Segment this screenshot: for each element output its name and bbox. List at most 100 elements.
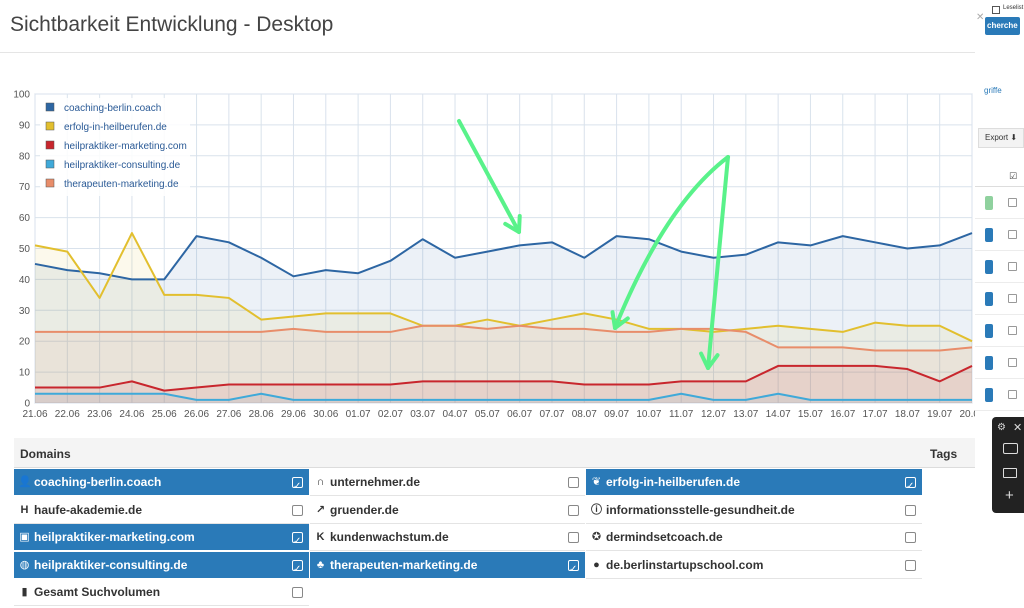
domain-item[interactable]: ♣ therapeuten-marketing.de bbox=[310, 552, 585, 579]
domain-label: informationsstelle-gesundheit.de bbox=[606, 503, 795, 517]
domain-item[interactable]: ◍ heilpraktiker-consulting.de bbox=[14, 552, 309, 579]
x-tick-label: 05.07 bbox=[475, 409, 500, 420]
row-checkbox[interactable] bbox=[1008, 358, 1017, 367]
plus-icon[interactable]: + bbox=[1005, 487, 1014, 504]
domain-item[interactable]: 👤 coaching-berlin.coach bbox=[14, 469, 309, 496]
info-circle-icon: ⓘ bbox=[591, 504, 602, 516]
close-icon[interactable]: ✕ bbox=[976, 12, 984, 23]
domain-checkbox[interactable] bbox=[292, 473, 303, 495]
reading-list-label[interactable]: Leselist bbox=[1003, 5, 1023, 11]
legend-label[interactable]: heilpraktiker-marketing.com bbox=[64, 141, 187, 152]
legend-swatch[interactable] bbox=[45, 140, 55, 150]
leaf-icon: ❦ bbox=[591, 476, 602, 488]
row-checkbox[interactable] bbox=[1008, 326, 1017, 335]
x-tick-label: 30.06 bbox=[313, 409, 338, 420]
domain-checkbox[interactable] bbox=[568, 532, 579, 543]
gear-icon[interactable]: ⚙ bbox=[997, 422, 1006, 433]
domains-title: Domains bbox=[20, 447, 71, 461]
row-marker[interactable] bbox=[985, 228, 993, 242]
legend-swatch[interactable] bbox=[45, 178, 55, 188]
x-tick-label: 20.07 bbox=[959, 409, 975, 420]
globe-icon: ◍ bbox=[19, 559, 30, 571]
x-tick-label: 28.06 bbox=[249, 409, 274, 420]
y-tick-label: 90 bbox=[19, 120, 31, 131]
x-tick-label: 12.07 bbox=[701, 409, 726, 420]
x-tick-label: 18.07 bbox=[895, 409, 920, 420]
domain-checkbox[interactable] bbox=[905, 505, 916, 516]
domain-checkbox[interactable] bbox=[292, 556, 303, 578]
x-tick-label: 14.07 bbox=[766, 409, 791, 420]
reading-list-icon[interactable] bbox=[992, 6, 1000, 14]
row-checkbox[interactable] bbox=[1008, 262, 1017, 271]
bar-chart-icon: ▮ bbox=[21, 586, 28, 598]
domain-checkbox[interactable] bbox=[568, 505, 579, 516]
x-tick-label: 06.07 bbox=[507, 409, 532, 420]
recherche-button[interactable]: cherche bbox=[985, 17, 1020, 35]
legend-swatch[interactable] bbox=[45, 102, 55, 112]
domain-item[interactable]: ↗ gruender.de bbox=[310, 497, 585, 524]
row-marker[interactable] bbox=[985, 388, 993, 402]
domain-item[interactable]: ▮ Gesamt Suchvolumen bbox=[14, 579, 309, 606]
row-marker[interactable] bbox=[985, 324, 993, 338]
domain-checkbox[interactable] bbox=[568, 477, 579, 488]
x-tick-label: 08.07 bbox=[572, 409, 597, 420]
domain-checkbox[interactable] bbox=[568, 556, 579, 578]
apple-icon: ● bbox=[593, 559, 600, 571]
y-tick-label: 60 bbox=[19, 213, 31, 224]
domain-checkbox[interactable] bbox=[292, 528, 303, 550]
row-checkbox[interactable] bbox=[1008, 390, 1017, 399]
domain-checkbox[interactable] bbox=[905, 473, 916, 495]
row-marker[interactable] bbox=[985, 292, 993, 306]
row-checkbox[interactable] bbox=[1008, 230, 1017, 239]
domain-item[interactable]: ❦ erfolg-in-heilberufen.de bbox=[586, 469, 922, 496]
legend-swatch[interactable] bbox=[45, 159, 55, 169]
camera-icon[interactable] bbox=[1003, 443, 1018, 454]
row-marker[interactable] bbox=[985, 196, 993, 210]
y-tick-label: 50 bbox=[19, 244, 31, 255]
x-tick-label: 25.06 bbox=[152, 409, 177, 420]
check-all-icon[interactable]: ☑ bbox=[1009, 171, 1017, 182]
legend-label[interactable]: heilpraktiker-consulting.de bbox=[64, 160, 181, 171]
domain-item[interactable]: ∩ unternehmer.de bbox=[310, 469, 585, 496]
domain-checkbox[interactable] bbox=[292, 505, 303, 516]
y-tick-label: 30 bbox=[19, 306, 31, 317]
domain-checkbox[interactable] bbox=[292, 587, 303, 598]
domain-item[interactable]: ▣ heilpraktiker-marketing.com bbox=[14, 524, 309, 551]
export-button[interactable]: Export ⬇ bbox=[978, 128, 1024, 148]
video-icon[interactable] bbox=[1003, 468, 1017, 478]
domain-item[interactable]: ⓘ informationsstelle-gesundheit.de bbox=[586, 497, 922, 524]
x-tick-label: 27.06 bbox=[216, 409, 241, 420]
y-tick-label: 10 bbox=[19, 368, 31, 379]
domain-item[interactable]: ✪ dermindsetcoach.de bbox=[586, 524, 922, 551]
title-divider bbox=[0, 52, 975, 53]
domain-label: erfolg-in-heilberufen.de bbox=[606, 475, 741, 489]
domain-checkbox[interactable] bbox=[905, 532, 916, 543]
legend-swatch[interactable] bbox=[45, 121, 55, 131]
x-tick-label: 03.07 bbox=[410, 409, 435, 420]
row-marker[interactable] bbox=[985, 260, 993, 274]
visibility-chart: 0 10 20 30 40 50 60 70 80 90 100 21.06 22.06 23.06 24… bbox=[13, 90, 975, 421]
domain-item[interactable]: Hhaufe-akademie.de bbox=[14, 497, 309, 524]
legend-label[interactable]: therapeuten-marketing.de bbox=[64, 179, 179, 190]
domain-label: gruender.de bbox=[330, 503, 399, 517]
row-marker[interactable] bbox=[985, 356, 993, 370]
row-checkbox[interactable] bbox=[1008, 294, 1017, 303]
domain-label: dermindsetcoach.de bbox=[606, 530, 723, 544]
x-tick-label: 10.07 bbox=[636, 409, 661, 420]
domain-label: unternehmer.de bbox=[330, 475, 421, 489]
page: Sichtbarkeit Entwicklung - Desktop Lesel… bbox=[0, 0, 1024, 608]
x-tick-label: 22.06 bbox=[55, 409, 80, 420]
x-tick-label: 29.06 bbox=[281, 409, 306, 420]
zugriffe-link[interactable]: griffe bbox=[984, 86, 1002, 95]
y-tick-label: 0 bbox=[24, 399, 30, 410]
x-tick-label: 21.06 bbox=[22, 409, 47, 420]
domain-item[interactable]: ● de.berlinstartupschool.com bbox=[586, 552, 922, 579]
logo-icon: ▣ bbox=[19, 531, 30, 543]
legend-label[interactable]: erfolg-in-heilberufen.de bbox=[64, 122, 167, 133]
close-toolbar-icon[interactable]: ✕ bbox=[1013, 421, 1022, 434]
x-tick-label: 23.06 bbox=[87, 409, 112, 420]
row-checkbox[interactable] bbox=[1008, 198, 1017, 207]
domain-item[interactable]: Kkundenwachstum.de bbox=[310, 524, 585, 551]
legend-label[interactable]: coaching-berlin.coach bbox=[64, 103, 161, 114]
domain-checkbox[interactable] bbox=[905, 560, 916, 571]
